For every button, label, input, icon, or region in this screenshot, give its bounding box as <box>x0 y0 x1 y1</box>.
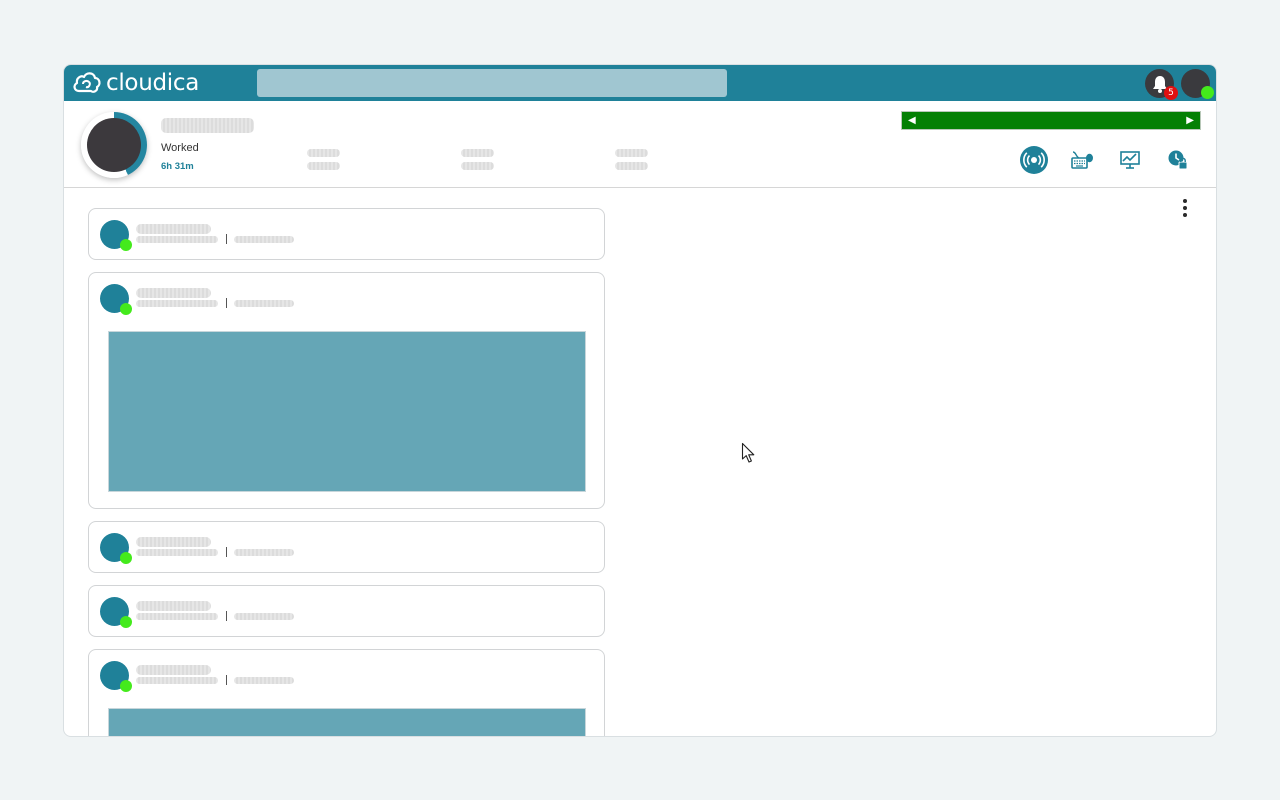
screenshot-thumbnail[interactable] <box>108 331 586 492</box>
online-status-dot <box>120 680 132 692</box>
monitor-activity-button[interactable] <box>1116 146 1144 174</box>
triangle-left-icon[interactable]: ◀ <box>908 115 916 127</box>
clock-lock-icon <box>1168 150 1188 170</box>
screenshot-thumbnail[interactable] <box>108 708 586 736</box>
app-window: cloudica 5 Worked 6h 31m ◀ ▶ <box>63 64 1217 737</box>
more-vertical-icon <box>1183 199 1187 203</box>
separator <box>226 547 227 557</box>
stat-1-label-placeholder <box>307 149 340 157</box>
activity-card[interactable] <box>88 272 605 509</box>
time-placeholder <box>234 300 294 307</box>
top-bar: cloudica 5 <box>64 65 1216 101</box>
avatar <box>100 533 132 564</box>
stat-3-value-placeholder <box>615 162 648 170</box>
cloud-logo-icon <box>73 72 101 93</box>
detail-placeholder <box>136 236 218 243</box>
avatar <box>100 597 132 628</box>
online-status-dot <box>120 239 132 251</box>
keyboard-mouse-button[interactable] <box>1068 146 1096 174</box>
mouse-pointer-icon <box>741 442 755 463</box>
time-placeholder <box>234 677 294 684</box>
profile-avatar-progress <box>81 112 147 178</box>
brand-name: cloudica <box>106 70 200 96</box>
name-placeholder <box>136 601 211 611</box>
name-placeholder <box>136 537 211 547</box>
activity-timeline-bar[interactable]: ◀ ▶ <box>901 111 1201 130</box>
stat-3-label-placeholder <box>615 149 648 157</box>
clock-lock-button[interactable] <box>1164 146 1192 174</box>
stat-1-value-placeholder <box>307 162 340 170</box>
activity-card[interactable] <box>88 585 605 637</box>
online-status-dot <box>1201 86 1214 99</box>
separator <box>226 675 227 685</box>
broadcast-icon <box>1023 152 1045 168</box>
brand-logo[interactable]: cloudica <box>72 68 199 98</box>
online-status-dot <box>120 303 132 315</box>
separator <box>226 234 227 244</box>
name-placeholder <box>136 665 211 675</box>
separator <box>226 298 227 308</box>
worked-value: 6h 31m <box>161 161 194 172</box>
monitor-activity-icon <box>1120 151 1140 169</box>
detail-placeholder <box>136 300 218 307</box>
detail-placeholder <box>136 613 218 620</box>
name-placeholder <box>136 288 211 298</box>
search-input[interactable] <box>257 69 727 97</box>
name-placeholder <box>136 224 211 234</box>
triangle-right-icon[interactable]: ▶ <box>1186 115 1194 127</box>
stat-2-value-placeholder <box>461 162 494 170</box>
worked-label: Worked <box>161 142 199 154</box>
time-placeholder <box>234 549 294 556</box>
time-placeholder <box>234 236 294 243</box>
profile-header: Worked 6h 31m ◀ ▶ <box>64 101 1216 188</box>
detail-placeholder <box>136 677 218 684</box>
activity-card[interactable] <box>88 521 605 573</box>
avatar <box>100 661 132 692</box>
notifications-button[interactable]: 5 <box>1145 69 1178 100</box>
avatar <box>100 220 132 251</box>
online-status-dot <box>120 616 132 628</box>
user-name-placeholder <box>161 118 254 133</box>
user-avatar-button[interactable] <box>1181 69 1214 99</box>
notification-count-badge: 5 <box>1164 86 1178 100</box>
online-status-dot <box>120 552 132 564</box>
keyboard-mouse-icon <box>1071 151 1093 169</box>
time-placeholder <box>234 613 294 620</box>
separator <box>226 611 227 621</box>
stat-2-label-placeholder <box>461 149 494 157</box>
broadcast-button[interactable] <box>1020 146 1048 174</box>
activity-card[interactable] <box>88 649 605 736</box>
avatar <box>100 284 132 315</box>
more-options-button[interactable] <box>1178 197 1192 219</box>
detail-placeholder <box>136 549 218 556</box>
activity-card[interactable] <box>88 208 605 260</box>
profile-avatar <box>87 118 141 172</box>
